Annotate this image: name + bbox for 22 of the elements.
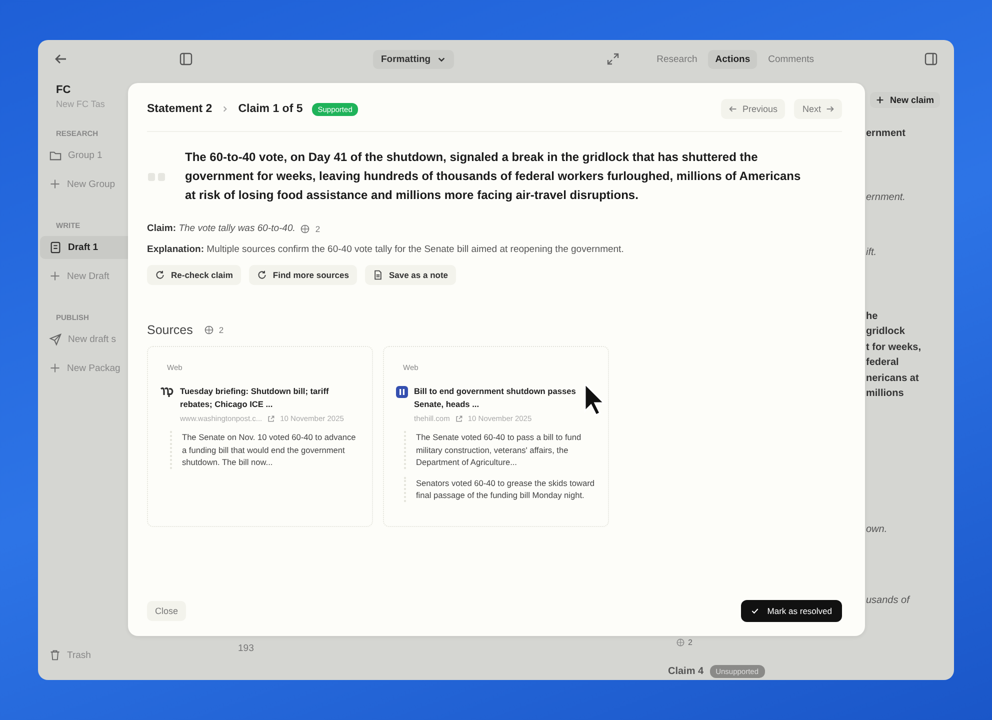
claim-text: Claim: The vote tally was 60-to-40. (147, 223, 296, 234)
claim-text-fragment: usands of (866, 594, 910, 608)
statement-quote: The 60-to-40 vote, on Day 41 of the shutdown, signaled a break in the gridlock that has shuttered the government for weeks, leaving hundreds of thousands of federal workers furloughed, millions of Americans at risk of losing food assistance and millions more facing air-travel disruptions. (185, 149, 802, 204)
statement-title: Statement 2 (147, 103, 212, 115)
source-excerpt: The Senate voted 60-40 to pass a bill to fund military construction, veterans' affairs, the Department of Agriculture... (404, 431, 598, 468)
claim-text-fragment: ift. (866, 246, 877, 260)
claim-text-fragment: ernment (866, 127, 906, 141)
workspace-title: FC (55, 84, 72, 96)
source-excerpt: Senators voted 60-40 to grease the skids toward final passage of the funding bill Monday night. (404, 476, 598, 502)
claim-text-fragment: ernment. (866, 190, 906, 204)
source-excerpt: The Senate on Nov. 10 voted 60-40 to advance a funding bill that would end the government shutdown. The bill now... (170, 431, 362, 468)
claim-title: Claim 1 of 5 (238, 103, 303, 115)
claim-text-fragment: he gridlock t for weeks, federal nericans at millions (866, 310, 922, 401)
claim-title: Claim 4 (668, 666, 704, 677)
source-count: 2 (688, 638, 692, 647)
source-count: 2 (315, 224, 320, 234)
word-count: 193 (238, 643, 255, 654)
sources-heading: Sources (147, 323, 193, 337)
explanation-text: Explanation: Multiple sources confirm the 60-40 vote tally for the Senate bill aimed at reopening the government. (147, 244, 625, 255)
workspace-subtitle: New FC Tas (55, 99, 105, 109)
claim-text-fragment: own. (866, 522, 888, 536)
source-count: 2 (218, 325, 224, 335)
